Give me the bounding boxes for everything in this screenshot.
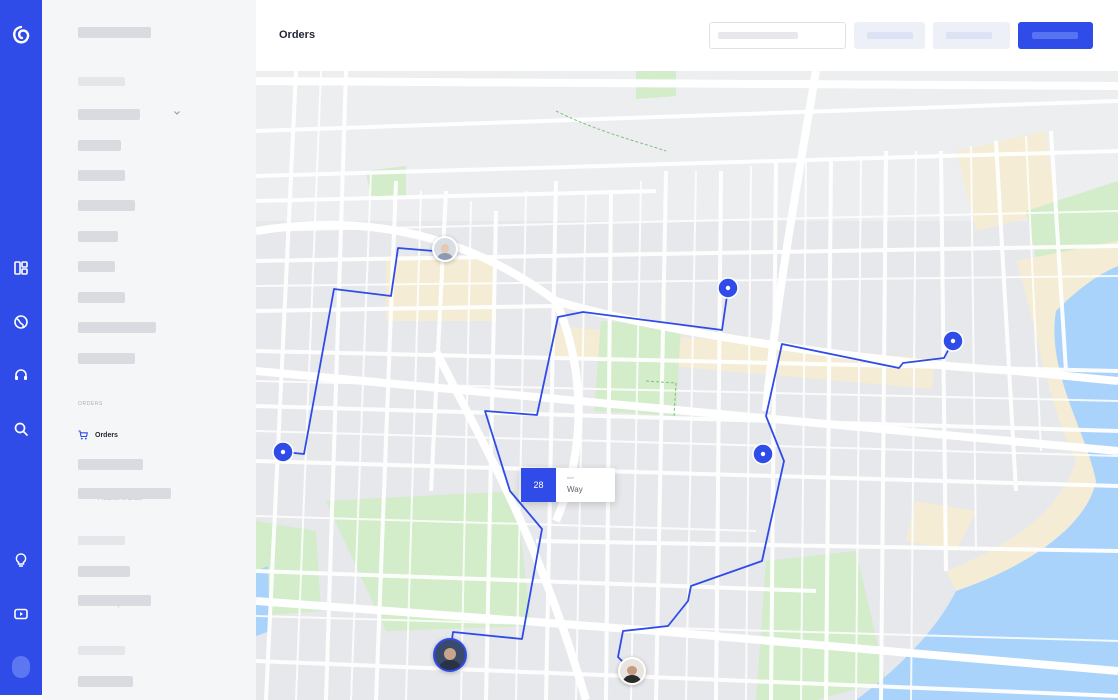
map-view[interactable]: 28 ### Way <box>256 71 1118 700</box>
primary-action-button[interactable] <box>1018 22 1093 49</box>
avatar-body <box>436 252 454 260</box>
sidebar-group-placeholder <box>78 646 125 655</box>
chevron-down-icon[interactable] <box>173 109 181 117</box>
courier-avatar[interactable] <box>618 657 646 685</box>
media-icon[interactable] <box>12 605 30 623</box>
sidebar-item-placeholder[interactable] <box>78 322 156 333</box>
page-title: Orders <box>279 29 316 41</box>
button-label-placeholder <box>1032 32 1078 39</box>
sidebar-item-orders[interactable]: Orders <box>78 428 118 442</box>
search-icon[interactable] <box>12 420 30 438</box>
filter-button[interactable] <box>854 22 925 49</box>
icon-rail <box>0 0 42 695</box>
cart-icon <box>78 430 88 440</box>
sidebar-item-placeholder[interactable] <box>78 353 135 364</box>
user-avatar[interactable] <box>12 656 30 678</box>
sidebar-item-placeholder[interactable] <box>78 566 130 577</box>
avatar-face <box>627 665 637 676</box>
sidebar-item-placeholder[interactable] <box>78 200 135 211</box>
dashboard-icon[interactable] <box>12 259 30 277</box>
search-input[interactable] <box>709 22 846 49</box>
tooltip-caption: ### <box>567 475 574 480</box>
sidebar-item-placeholder[interactable] <box>78 231 118 242</box>
sidebar-item-label: Orders <box>95 431 118 439</box>
stop-tooltip[interactable]: 28 ### Way <box>521 468 615 502</box>
sidebar-item-placeholder[interactable] <box>78 488 171 499</box>
export-button[interactable] <box>933 22 1010 49</box>
lightbulb-icon[interactable] <box>12 551 30 569</box>
search-placeholder <box>718 32 798 39</box>
sidebar-item-placeholder[interactable] <box>78 140 121 151</box>
top-bar: Orders <box>256 0 1120 71</box>
tooltip-street: Way <box>567 485 583 494</box>
courier-avatar[interactable] <box>432 236 458 262</box>
sidebar-item-placeholder[interactable] <box>78 459 143 470</box>
stop-number: 28 <box>521 468 556 502</box>
sidebar-item-placeholder[interactable] <box>78 109 140 120</box>
map-canvas <box>256 71 1118 700</box>
avatar-face <box>444 648 456 661</box>
logo-icon[interactable] <box>11 24 31 46</box>
sidebar-item-placeholder[interactable] <box>78 292 125 303</box>
sidebar-item-placeholder[interactable] <box>78 261 115 272</box>
sidebar-group-placeholder <box>78 77 125 86</box>
courier-avatar[interactable] <box>433 638 467 672</box>
sidebar-group-placeholder <box>78 536 125 545</box>
sidebar-item-placeholder[interactable] <box>78 676 133 687</box>
button-label-placeholder <box>867 32 913 39</box>
support-icon[interactable] <box>12 366 30 384</box>
button-label-placeholder <box>946 32 992 39</box>
sidebar: Dashboard Themes ORDERS Orders Pictures … <box>42 0 256 700</box>
sidebar-item-placeholder[interactable] <box>78 27 151 38</box>
sidebar-item-placeholder[interactable] <box>78 595 151 606</box>
avatar-face <box>440 244 450 253</box>
globe-icon[interactable] <box>12 313 30 331</box>
sidebar-item-placeholder[interactable] <box>78 170 125 181</box>
sidebar-section-heading: ORDERS <box>78 401 103 407</box>
